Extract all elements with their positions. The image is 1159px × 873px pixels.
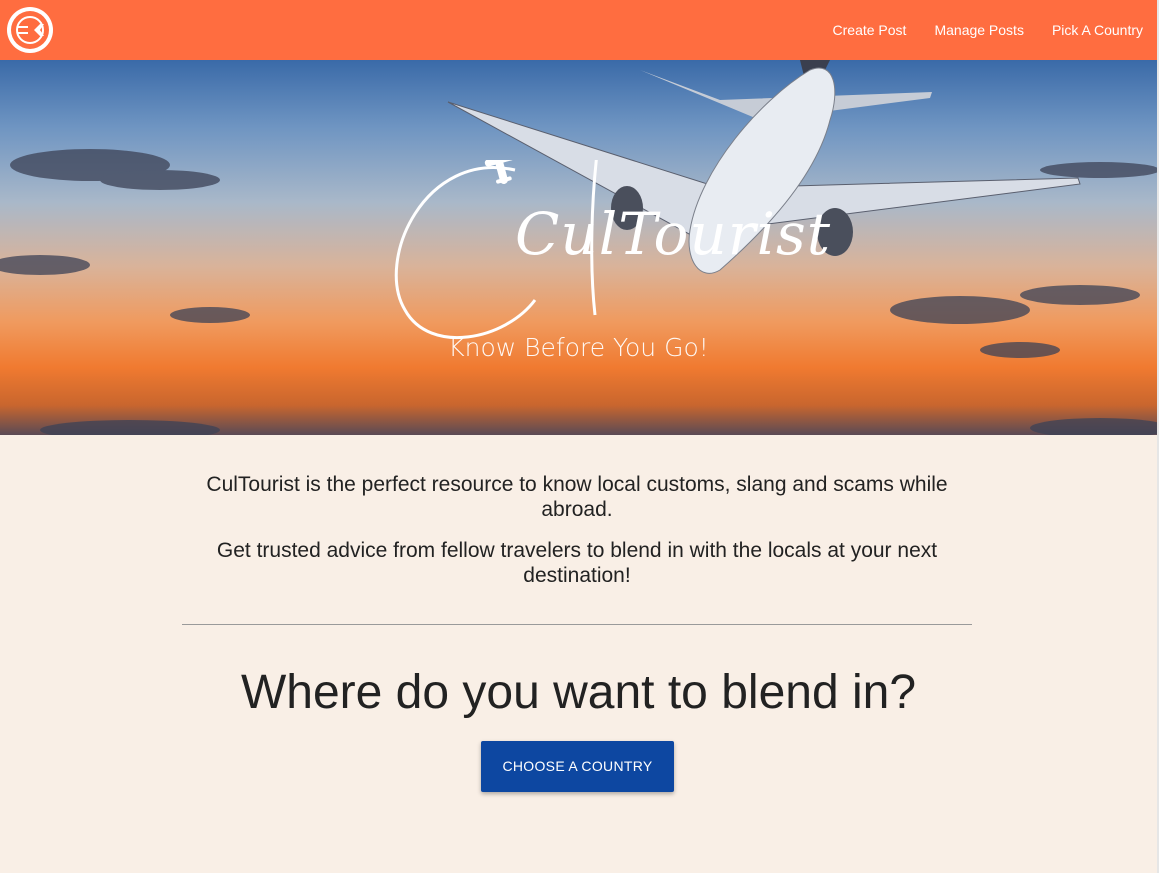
brand-title: CulTourist: [515, 200, 832, 268]
intro-text: CulTourist is the perfect resource to kn…: [182, 472, 972, 604]
intro-paragraph-2: Get trusted advice from fellow travelers…: [216, 539, 938, 587]
hero-tagline: Know Before You Go!: [448, 333, 709, 362]
blend-in-heading: Where do you want to blend in?: [240, 666, 917, 719]
nav-manage-posts[interactable]: Manage Posts: [920, 0, 1038, 60]
top-navbar: Create Post Manage Posts Pick A Country: [0, 0, 1159, 60]
section-divider: [182, 624, 972, 625]
nav-create-post[interactable]: Create Post: [819, 0, 921, 60]
intro-paragraph-1: CulTourist is the perfect resource to kn…: [206, 473, 948, 521]
hero-banner: CulTourist Know Before You Go!: [0, 60, 1157, 435]
nav-links: Create Post Manage Posts Pick A Country: [819, 0, 1159, 60]
airplane-logo-icon[interactable]: [7, 7, 53, 53]
choose-country-button[interactable]: CHOOSE A COUNTRY: [481, 741, 674, 792]
nav-pick-a-country[interactable]: Pick A Country: [1038, 0, 1159, 60]
